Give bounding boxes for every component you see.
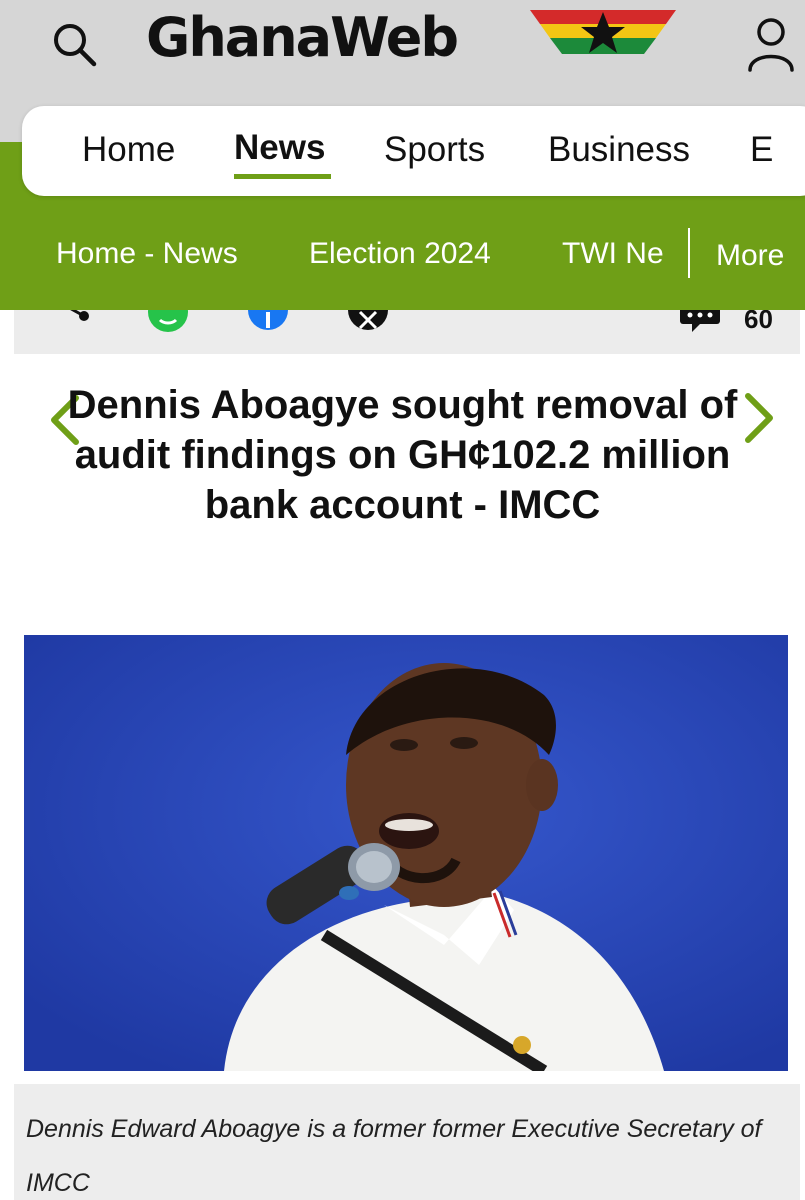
whatsapp-icon[interactable] <box>146 310 190 334</box>
comments-icon[interactable] <box>678 310 722 334</box>
sub-nav-more[interactable]: More <box>716 238 784 274</box>
sub-nav-twi-news[interactable]: TWI Ne <box>562 236 664 272</box>
logo-text: GhanaWeb <box>146 6 459 69</box>
nav-item-sports[interactable]: Sports <box>384 130 485 170</box>
ghana-flag-icon <box>530 10 676 54</box>
main-nav: Home News Sports Business E <box>22 106 805 196</box>
nav-item-home[interactable]: Home <box>82 130 175 170</box>
caption-box: Dennis Edward Aboagye is a former former… <box>14 1084 800 1200</box>
nav-item-news[interactable]: News <box>234 128 325 168</box>
x-icon[interactable] <box>346 310 390 332</box>
article-photo <box>24 635 788 1071</box>
user-icon[interactable] <box>746 16 796 72</box>
sub-nav-divider <box>688 228 690 278</box>
article-title: Dennis Aboagye sought removal of audit f… <box>67 383 738 527</box>
active-nav-indicator <box>234 174 331 179</box>
chevron-right-icon[interactable] <box>742 392 778 444</box>
facebook-icon[interactable] <box>246 310 290 332</box>
sub-nav-election-2024[interactable]: Election 2024 <box>309 236 491 272</box>
share-bar: 60 <box>14 310 800 354</box>
search-icon[interactable] <box>50 20 100 70</box>
nav-item-entertainment[interactable]: E <box>750 130 773 170</box>
nav-item-business[interactable]: Business <box>548 130 690 170</box>
share-icon[interactable] <box>60 310 90 326</box>
comment-count[interactable]: 60 <box>744 310 773 334</box>
ghanaweb-logo[interactable]: GhanaWeb <box>146 4 686 72</box>
speaker-illustration <box>24 635 788 1071</box>
sub-nav-home-news[interactable]: Home - News <box>56 236 238 272</box>
photo-caption: Dennis Edward Aboagye is a former former… <box>26 1115 762 1197</box>
